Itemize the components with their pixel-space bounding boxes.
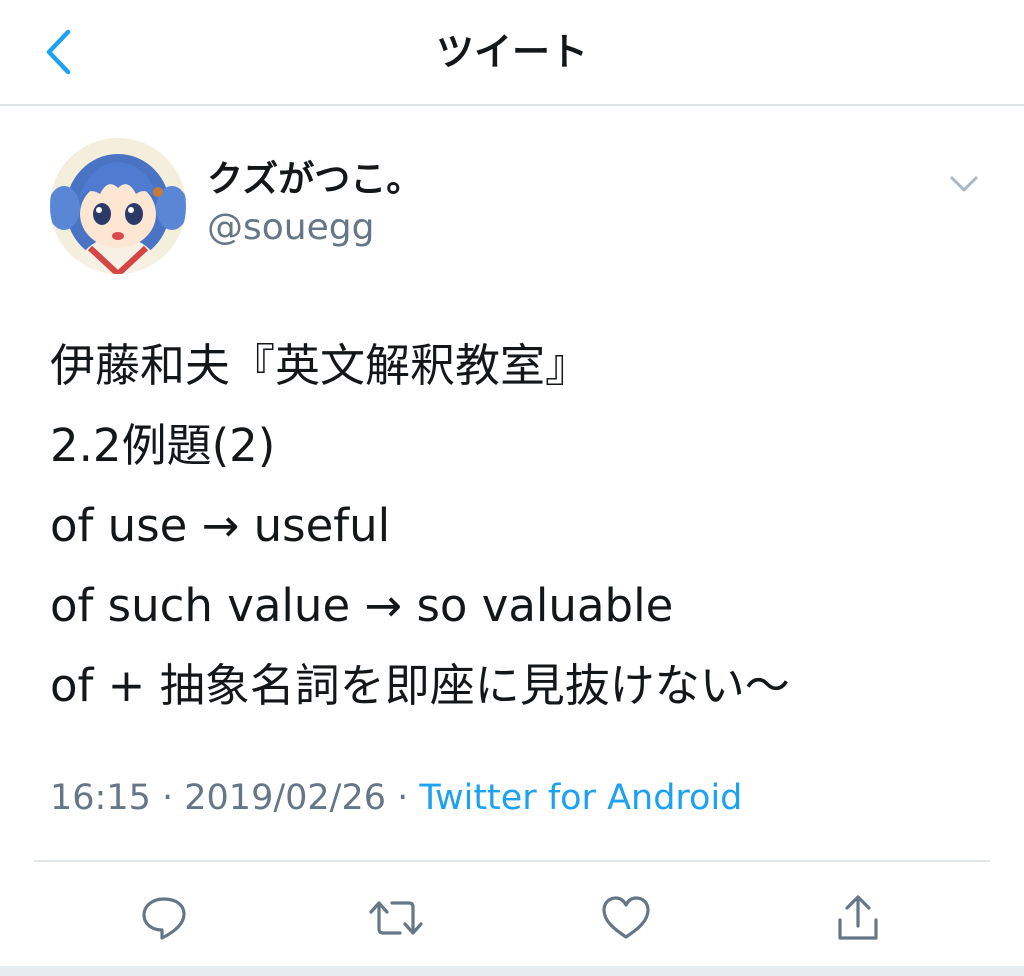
tweet-source-link[interactable]: Twitter for Android [419,778,742,818]
page-title: ツイート [435,30,588,74]
speech-bubble-icon [142,897,186,940]
tweet-menu-button[interactable] [944,168,984,200]
chevron-down-icon [950,176,978,192]
meta-separator: · [386,778,420,818]
tweet-date: 2019/02/26 [184,778,386,818]
retweet-button[interactable] [368,890,424,946]
heart-icon [602,896,650,939]
tweet-action-bar [0,884,1024,950]
meta-separator: · [150,778,185,818]
author-handle[interactable]: @souegg [207,206,374,250]
tweet-text-line: of use → useful [50,499,391,552]
tweet-text-line: of + 抽象名詞を即座に見抜けない〜 [50,659,790,712]
avatar[interactable] [50,138,186,274]
tweet-meta: 16:15 · 2019/02/26 · Twitter for Android [50,776,742,820]
tweet-text-line: 2.2例題(2) [50,419,276,472]
bottom-strip [0,966,1024,976]
share-icon [838,895,878,940]
avatar-image [50,138,186,274]
tweet-text-line: 伊藤和夫『英文解釈教室』 [50,339,591,392]
retweet-icon [369,901,423,935]
top-navigation-bar: ツイート [0,0,1024,106]
divider [34,860,990,862]
like-button[interactable] [598,890,654,946]
author-display-name[interactable]: クズがつこ。 [207,158,422,202]
reply-button[interactable] [136,890,192,946]
share-button[interactable] [830,890,886,946]
tweet-time: 16:15 [50,778,151,818]
tweet-text: 伊藤和夫『英文解釈教室』 2.2例題(2) of use → useful of… [50,326,980,726]
tweet-text-line: of such value → so valuable [50,579,674,632]
